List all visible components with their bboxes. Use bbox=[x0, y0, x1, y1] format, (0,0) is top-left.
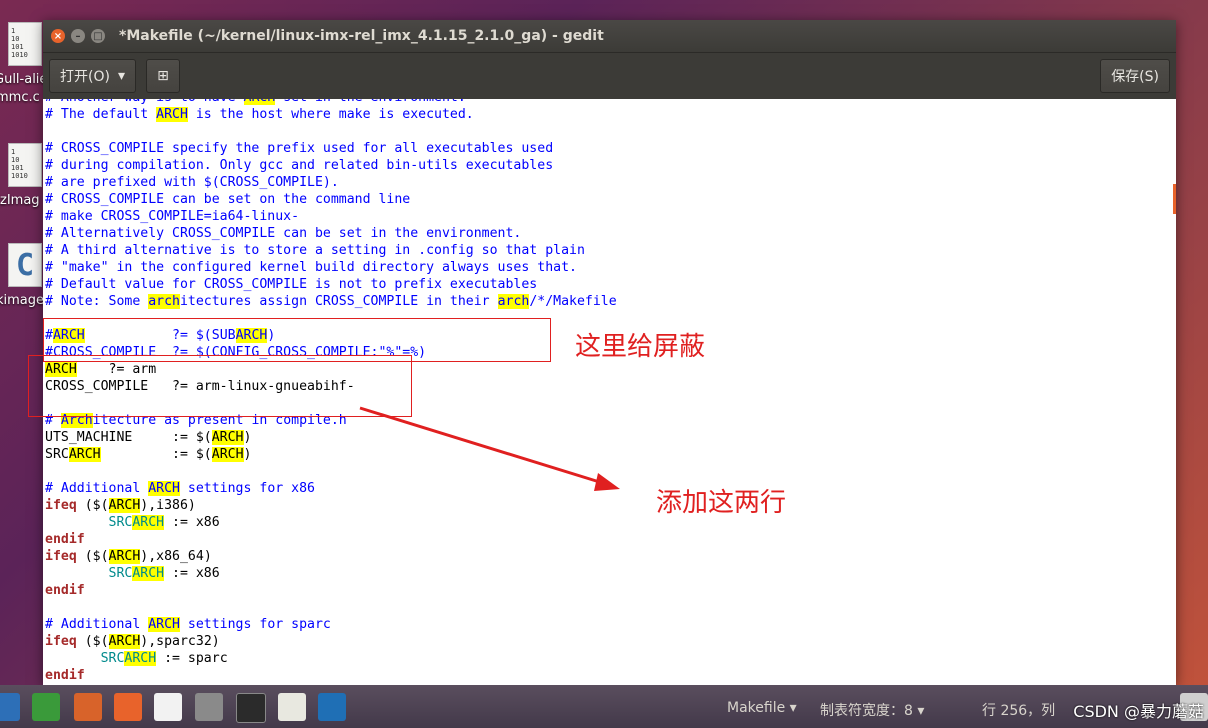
text-editor-icon[interactable] bbox=[278, 693, 306, 721]
tab-width-selector[interactable]: 制表符宽度：8 ▾ bbox=[820, 700, 924, 720]
watermark: CSDN @暴力蘑菇 bbox=[1073, 702, 1204, 721]
settings-tools-icon[interactable] bbox=[195, 693, 223, 721]
document-app-icon[interactable] bbox=[0, 693, 20, 721]
spreadsheet-app-icon[interactable] bbox=[32, 693, 60, 721]
vscode-icon[interactable] bbox=[318, 693, 346, 721]
presentation-app-icon[interactable] bbox=[74, 693, 102, 721]
software-center-icon[interactable] bbox=[114, 693, 142, 721]
amazon-icon[interactable] bbox=[154, 693, 182, 721]
cursor-position: 行 256，列 bbox=[982, 703, 1056, 719]
terminal-icon[interactable] bbox=[236, 693, 266, 723]
annotation-arrow bbox=[359, 406, 620, 491]
language-selector[interactable]: Makefile ▾ bbox=[727, 700, 797, 716]
